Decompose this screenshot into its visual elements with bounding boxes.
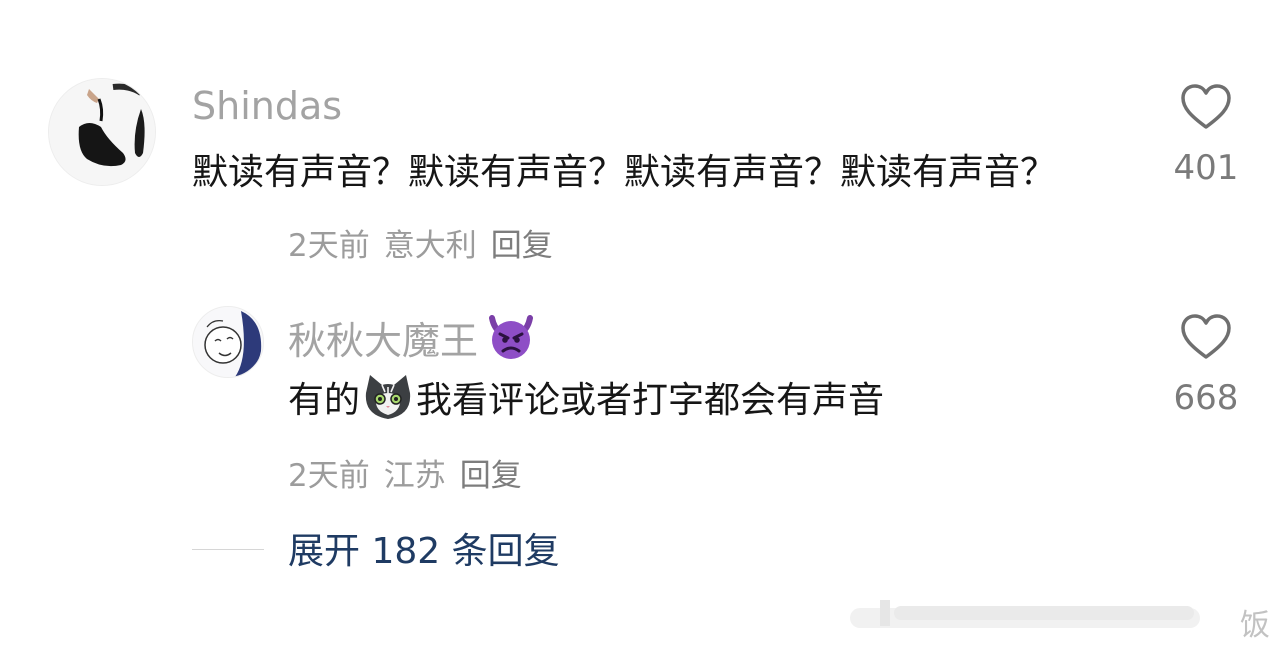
like-count: 401: [1173, 148, 1239, 188]
comment-text: 默读有声音？默读有声音？默读有声音？默读有声音？: [192, 152, 1057, 193]
timestamp: 2天前: [288, 228, 370, 264]
comment-meta: 2天前 江苏 回复: [288, 450, 536, 495]
avatar-shoe-image: [49, 79, 155, 185]
comment-meta: 2天前 意大利 回复: [288, 220, 567, 265]
watermark-bar-image: [850, 600, 1200, 628]
comment-text-start: 有的: [288, 380, 361, 421]
avatar[interactable]: [192, 306, 264, 378]
username-text: 秋秋大魔王: [288, 319, 479, 363]
devil-emoji-icon: [489, 315, 534, 359]
avatar[interactable]: [48, 78, 156, 186]
location: 江苏: [383, 458, 446, 494]
heart-icon: [1181, 84, 1231, 129]
avatar-cartoon-image: [193, 307, 263, 377]
like-button[interactable]: 668: [1156, 314, 1256, 418]
watermark-text: 饭: [1240, 608, 1270, 643]
username[interactable]: Shindas: [192, 84, 342, 128]
divider: [192, 549, 264, 550]
heart-icon: [1181, 314, 1231, 359]
cat-emoji-icon: [365, 375, 411, 419]
comment-text: 有的 我看评论或者打字都会有声音: [288, 368, 1148, 434]
reply-button[interactable]: 回复: [491, 228, 553, 264]
comment-text-end: 我看评论或者打字都会有声音: [416, 380, 885, 421]
username[interactable]: 秋秋大魔王: [288, 310, 536, 365]
expand-replies-label[interactable]: 展开 182 条回复: [288, 522, 560, 574]
reply-button[interactable]: 回复: [460, 458, 522, 494]
timestamp: 2天前: [288, 458, 370, 494]
like-button[interactable]: 401: [1156, 84, 1256, 188]
watermark: 饭: [850, 598, 1270, 643]
like-count: 668: [1173, 378, 1239, 418]
location: 意大利: [383, 228, 477, 264]
